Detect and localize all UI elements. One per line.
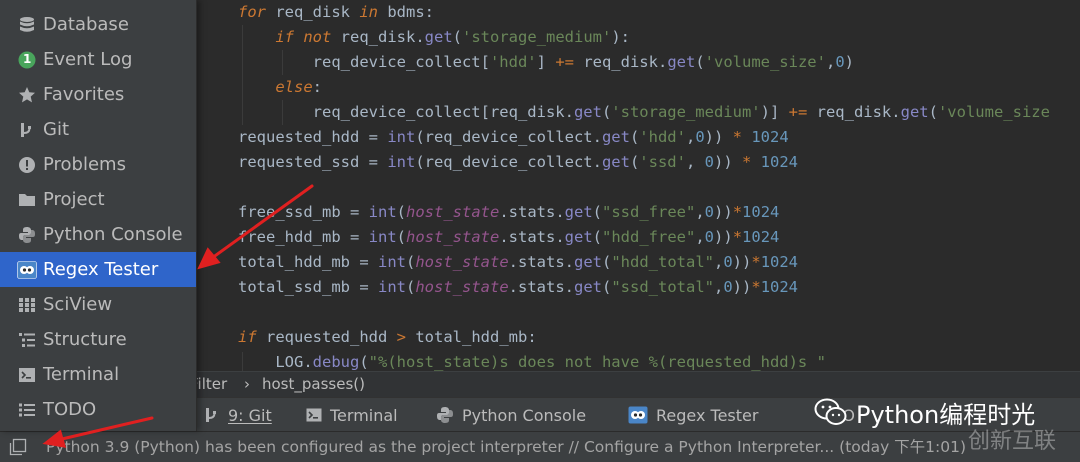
menu-item-favorites[interactable]: Favorites [0, 77, 196, 112]
problems-icon [17, 155, 37, 175]
code-line: total_hdd_mb = int(host_state.stats.get(… [238, 253, 799, 271]
toggle-tool-windows-icon[interactable] [9, 438, 27, 456]
terminal-icon [306, 408, 322, 422]
menu-item-regex-tester[interactable]: Regex Tester [0, 252, 196, 287]
breadcrumb-method[interactable]: host_passes() [262, 372, 365, 397]
menu-item-database[interactable]: Database [0, 7, 196, 42]
menu-item-label: Event Log [43, 49, 133, 70]
status-message[interactable]: Python 3.9 (Python) has been configured … [46, 432, 966, 462]
menu-item-python-console[interactable]: Python Console [0, 217, 196, 252]
menu-item-label: Project [43, 189, 105, 210]
menu-item-git[interactable]: Git [0, 112, 196, 147]
tab-label: DO [830, 405, 855, 425]
breadcrumb-separator: › [244, 375, 250, 393]
code-line: req_device_collect['hdd'] += req_disk.ge… [238, 53, 855, 71]
code-line: req_device_collect[req_disk.get('storage… [238, 103, 1050, 121]
code-line: for req_disk in bdms: [238, 3, 434, 21]
menu-item-label: SciView [43, 294, 113, 315]
folder-icon [17, 190, 37, 210]
star-icon [17, 85, 37, 105]
python-icon [437, 407, 453, 423]
todo-icon [17, 400, 37, 420]
git-icon [17, 120, 37, 140]
menu-item-problems[interactable]: Problems [0, 147, 196, 182]
event-log-badge: 1 [23, 52, 32, 66]
breadcrumb: Filter › host_passes() [190, 371, 1080, 397]
tab-label: Regex Tester [656, 405, 759, 425]
menu-item-event-log[interactable]: 1 Event Log [0, 42, 196, 77]
menu-item-label: Database [43, 14, 129, 35]
menu-item-terminal[interactable]: Terminal [0, 357, 196, 392]
tab-todo[interactable]: DO [830, 398, 855, 432]
tool-window-bar: 9: Git Terminal Python Console Regex Tes… [196, 397, 1080, 431]
code-editor[interactable]: for req_disk in bdms: if not req_disk.ge… [196, 0, 1080, 371]
code-line: free_ssd_mb = int(host_state.stats.get("… [238, 203, 780, 221]
tab-label: Python Console [462, 405, 587, 425]
code-line: if not req_disk.get('storage_medium'): [275, 28, 630, 46]
menu-item-todo[interactable]: TODO [0, 392, 196, 427]
code-line: total_ssd_mb = int(host_state.stats.get(… [238, 278, 799, 296]
menu-item-label: Problems [43, 154, 126, 175]
tab-label: 9: Git [228, 405, 272, 425]
status-bar: Python 3.9 (Python) has been configured … [0, 431, 1080, 462]
menu-item-label: TODO [43, 399, 97, 420]
git-icon [206, 408, 216, 422]
menu-item-label: Terminal [43, 364, 120, 385]
sciview-icon [17, 295, 37, 315]
menu-item-label: Git [43, 119, 70, 140]
code-line: else: [275, 78, 322, 96]
menu-item-structure[interactable]: Structure [0, 322, 196, 357]
menu-item-sciview[interactable]: SciView [0, 287, 196, 322]
tool-windows-popup: Database 1 Event Log Favorites Git Probl… [0, 0, 197, 431]
code-line: if requested_hdd > total_hdd_mb: [238, 328, 537, 346]
structure-icon [17, 330, 37, 350]
menu-item-label: Python Console [43, 224, 183, 245]
menu-item-project[interactable]: Project [0, 182, 196, 217]
tab-label: Terminal [330, 405, 398, 425]
regex-icon [17, 260, 37, 280]
tab-python-console[interactable]: Python Console [436, 398, 586, 432]
code-line: requested_hdd = int(req_device_collect.g… [238, 128, 789, 146]
tab-git[interactable]: 9: Git [204, 398, 272, 432]
code-line: requested_ssd = int(req_device_collect.g… [238, 153, 798, 171]
python-icon [17, 225, 37, 245]
database-icon [17, 15, 37, 35]
menu-item-label: Favorites [43, 84, 125, 105]
tab-regex-tester[interactable]: Regex Tester [628, 398, 758, 432]
menu-item-label: Regex Tester [43, 259, 159, 280]
menu-item-label: Structure [43, 329, 127, 350]
tab-terminal[interactable]: Terminal [306, 398, 398, 432]
code-line: LOG.debug("%(host_state)s does not have … [238, 353, 826, 371]
code-line: free_hdd_mb = int(host_state.stats.get("… [238, 228, 780, 246]
terminal-icon [17, 365, 37, 385]
regex-icon [628, 406, 648, 424]
